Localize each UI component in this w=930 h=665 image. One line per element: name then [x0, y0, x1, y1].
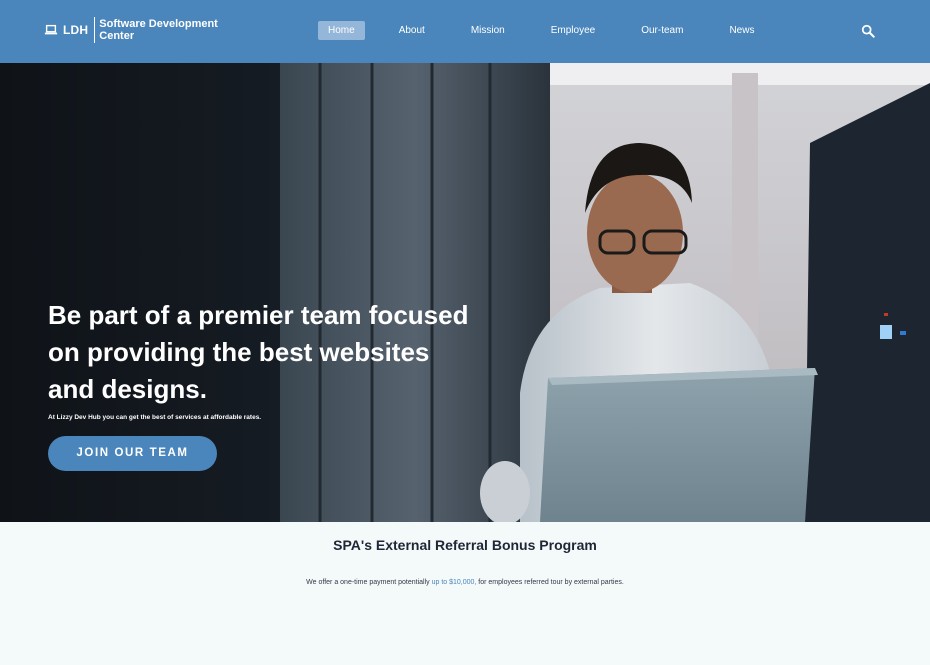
- nav-employee[interactable]: Employee: [541, 21, 605, 40]
- hero-banner: Be part of a premier team focused on pro…: [0, 63, 930, 522]
- brand-divider: [94, 17, 96, 43]
- hero-heading: Be part of a premier team focused on pro…: [48, 300, 469, 404]
- nav-mission[interactable]: Mission: [461, 21, 515, 40]
- nav-home[interactable]: Home: [318, 21, 365, 40]
- brand-name: Software Development Center: [99, 18, 218, 42]
- main-nav: Home About Mission Employee Our-team New…: [318, 21, 764, 40]
- referral-text: We offer a one-time payment potentially …: [0, 579, 930, 586]
- brand-logo[interactable]: LDH Software Development Center: [44, 17, 229, 43]
- referral-section: SPA's External Referral Bonus Program We…: [0, 522, 930, 665]
- nav-about[interactable]: About: [389, 21, 435, 40]
- referral-highlight: up to $10,000,: [431, 579, 477, 586]
- hero-subtext: At Lizzy Dev Hub you can get the best of…: [48, 414, 262, 421]
- search-icon[interactable]: [861, 24, 875, 38]
- referral-text-before: We offer a one-time payment potentially: [306, 579, 432, 586]
- top-navbar: LDH Software Development Center Home Abo…: [0, 0, 930, 63]
- hero-content: Be part of a premier team focused on pro…: [48, 297, 478, 471]
- referral-title: SPA's External Referral Bonus Program: [333, 537, 597, 553]
- nav-our-team[interactable]: Our-team: [631, 21, 693, 40]
- join-team-button[interactable]: JOIN OUR TEAM: [48, 436, 217, 471]
- nav-news[interactable]: News: [719, 21, 764, 40]
- brand-abbr: LDH: [63, 23, 89, 37]
- referral-text-after: for employees referred tour by external …: [476, 579, 624, 586]
- laptop-icon: [44, 24, 58, 35]
